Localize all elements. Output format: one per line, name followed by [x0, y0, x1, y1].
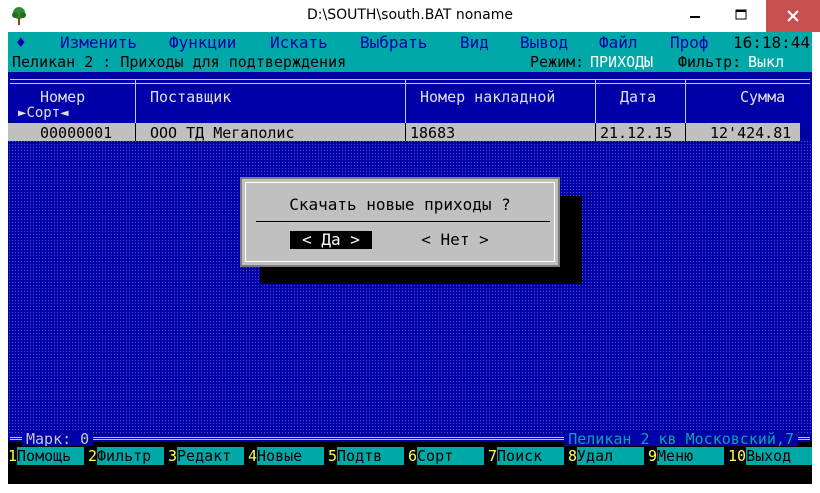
filter-label: Фильтр: [678, 53, 742, 71]
cell-number: 00000001 [40, 124, 113, 142]
fkey-edit[interactable]: 3Редакт [168, 447, 244, 465]
fkey-filter[interactable]: 2Фильтр [88, 447, 164, 465]
function-key-bar: 1Помощь 2Фильтр 3Редакт 4Новые 5Подтв 6С… [8, 446, 812, 466]
cell-supplier: ООО ТД Мегаполис [150, 124, 295, 142]
window-titlebar: D:\SOUTH\south.BAT noname [0, 0, 820, 32]
column-header-invoice[interactable]: Номер накладной [420, 88, 555, 106]
menu-item-select[interactable]: Выбрать [360, 33, 427, 52]
no-button[interactable]: < Нет > [418, 231, 492, 249]
menu-item-functions[interactable]: Функции [169, 33, 236, 52]
fkey-exit[interactable]: 10Выход [728, 447, 812, 465]
yes-button[interactable]: < Да > [290, 231, 372, 249]
filter-value: Выкл [748, 53, 785, 71]
confirm-dialog: Скачать новые приходы ? < Да > < Нет > [240, 177, 560, 267]
mode-label: Режим: [530, 53, 585, 71]
fkey-help[interactable]: 1Помощь [8, 447, 84, 465]
fkey-delete[interactable]: 8Удал [568, 447, 644, 465]
fkey-search[interactable]: 7Поиск [488, 447, 564, 465]
column-header-date[interactable]: Дата [620, 88, 656, 106]
fkey-menu[interactable]: 9Меню [648, 447, 724, 465]
app-title: Пеликан 2 : Приходы для подтверждения [12, 53, 347, 71]
console-bottom [8, 466, 812, 484]
menu-item-profile[interactable]: Проф [670, 33, 709, 52]
clock: 16:18:44 [732, 33, 810, 52]
dialog-border [245, 182, 555, 262]
dialog-message: Скачать новые приходы ? [289, 195, 511, 214]
column-header-sum[interactable]: Сумма [740, 88, 785, 106]
cell-sum: 12'424.81 [710, 124, 792, 142]
menu-item-search[interactable]: Искать [270, 33, 328, 52]
status-bar: Пеликан 2 : Приходы для подтверждения Ре… [8, 52, 812, 72]
row-divider [685, 123, 686, 141]
dialog-divider [256, 221, 550, 222]
mode-value: ПРИХОДЫ [590, 53, 654, 71]
row-divider [135, 123, 136, 141]
minimize-button[interactable] [672, 0, 718, 32]
menu-item-edit[interactable]: Изменить [60, 33, 137, 52]
row-divider [595, 123, 596, 141]
header-frame [10, 79, 810, 84]
console-screen: ♦ Изменить Функции Искать Выбрать Вид Вы… [8, 32, 812, 484]
column-header-supplier[interactable]: Поставщик [150, 88, 231, 106]
sort-label: Сорт [26, 105, 61, 121]
fkey-confirm[interactable]: 5Подтв [328, 447, 404, 465]
table-row[interactable] [8, 123, 800, 141]
sort-indicator: ►Сорт◄ [18, 105, 69, 121]
fkey-new[interactable]: 4Новые [248, 447, 324, 465]
menu-item-view[interactable]: Вид [460, 33, 489, 52]
cell-date: 21.12.15 [600, 124, 673, 142]
maximize-button[interactable] [718, 0, 764, 32]
fkey-sort[interactable]: 6Сорт [408, 447, 484, 465]
menu-arrow-icon[interactable]: ♦ [16, 33, 26, 52]
menu-item-file[interactable]: Файл [599, 33, 638, 52]
cell-invoice: 18683 [410, 124, 456, 142]
column-header-number[interactable]: Номер [40, 88, 85, 106]
menu-item-output[interactable]: Вывод [520, 33, 568, 52]
menu-bar: ♦ Изменить Функции Искать Выбрать Вид Вы… [8, 32, 812, 52]
close-button[interactable] [766, 0, 820, 32]
row-divider [405, 123, 406, 141]
